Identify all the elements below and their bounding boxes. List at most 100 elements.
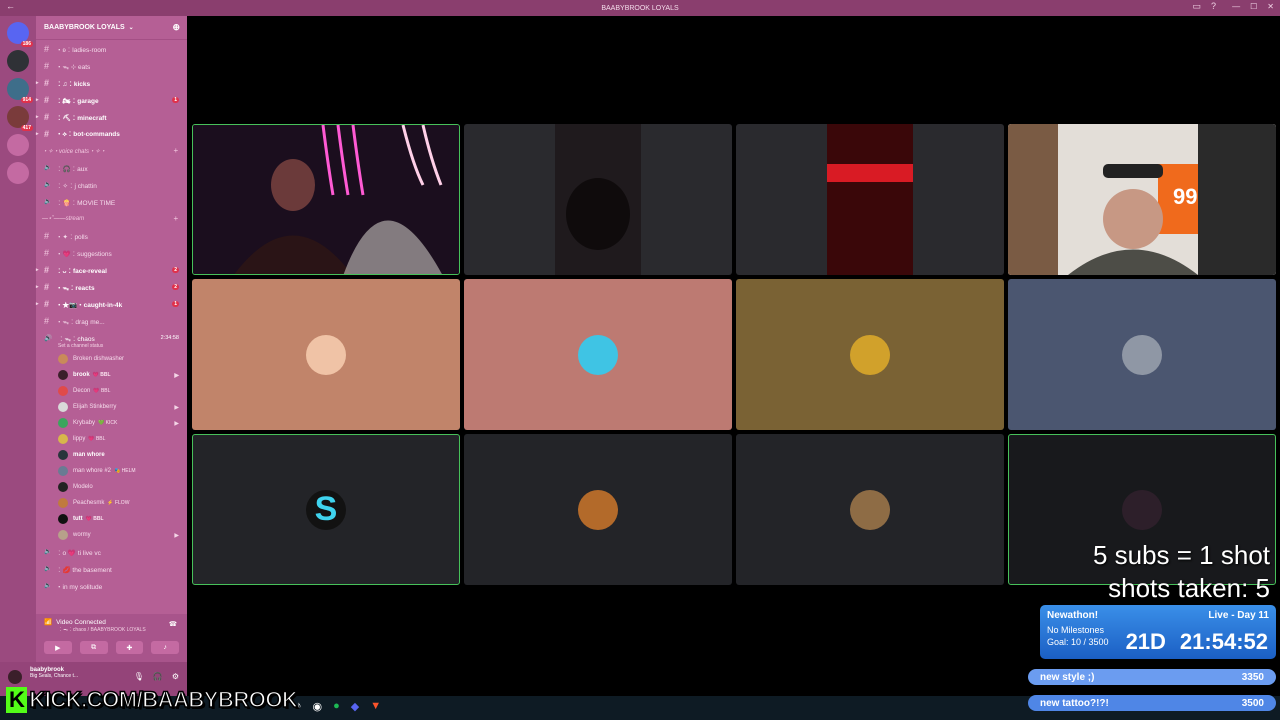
participant-avatar [850,489,890,530]
voice-user[interactable]: lippy 💗 BBL [36,431,187,447]
voice-user[interactable]: tutt 💗 BBL [36,511,187,527]
voice-category[interactable]: ・✧・voice chats・✧・ + [36,142,187,159]
voice-user[interactable]: man whore [36,447,187,463]
voice-user[interactable]: man whore #2 🎭 HELM [36,463,187,479]
hash-icon: # [44,77,50,88]
minimize-button[interactable]: — [1232,2,1240,11]
add-channel-icon[interactable]: + [173,146,178,155]
avatar-tile[interactable] [192,279,460,430]
channel-label: ・ᯓ︰drag me... [56,318,105,326]
avatar-tile[interactable] [464,279,732,430]
avatar [58,386,68,396]
brave-icon[interactable]: ▼ [370,700,381,713]
avatar-tile[interactable] [736,279,1004,430]
server-icon[interactable]: 417 [7,106,33,131]
vc-location[interactable]: ︰ᯓ︰chaos / BAABYBROOK LOYALS [44,626,179,633]
speaker-icon: 🔈 [44,566,52,572]
chevron-down-icon: ⌄ [128,25,134,31]
maximize-button[interactable]: ☐ [1250,2,1257,11]
voice-user[interactable]: Krybaby 💚 KICK ▶ [36,415,187,431]
chevron-right-icon[interactable]: ▸ [36,267,39,273]
notification-badge: 186 [20,41,33,47]
kick-banner: K KICK.COM/BAABYBROOK [6,686,299,713]
voice-user[interactable]: Decon 💗 BBL [36,383,187,399]
discover-icon[interactable] [7,162,29,184]
soundboard-button[interactable]: ♪ [151,641,179,654]
voice-channel-item[interactable]: 🔈 ︰✧︰j chattin [36,176,187,193]
channel-item[interactable]: # ・✦︰polls [36,227,187,244]
chevron-right-icon[interactable]: ▸ [36,114,39,120]
voice-user[interactable]: brook 💗 BBL ▶ [36,367,187,383]
voice-user[interactable]: Elijah Stinkberry ▶ [36,399,187,415]
channel-item[interactable]: # ・ʚ︰ladies-room [36,40,187,57]
avatar-tile[interactable]: S [192,434,460,585]
channel-item[interactable]: ▸ # ︰ᴗ︰face-reveal 2 [36,261,187,278]
video-tile[interactable] [736,124,1004,275]
participant-avatar [850,334,890,375]
voice-channel-item[interactable]: 🔈 ︰o 💗 ti live vc [36,543,187,560]
video-tile[interactable]: 99 [1008,124,1276,275]
voice-user[interactable]: Modelo [36,479,187,495]
channel-item[interactable]: # ・💗︰suggestions [36,244,187,261]
active-voice-channel[interactable]: 🔊 ︰ᯓ︰chaos 2:34:58 [36,329,187,347]
back-arrow-icon[interactable]: ← [6,1,15,11]
channel-item[interactable]: ▸ # ︰🏍︰garage 1 [36,91,187,108]
mention-badge: 2 [172,266,179,273]
voice-user[interactable]: wormy ▶ [36,527,187,543]
chevron-right-icon[interactable]: ▸ [36,284,39,290]
avatar [58,482,68,492]
chevron-right-icon[interactable]: ▸ [36,301,39,307]
camera-button[interactable]: ▶ [44,641,72,654]
chevron-right-icon[interactable]: ▸ [36,80,39,86]
server-icon[interactable]: 914 [7,78,33,103]
channel-item[interactable]: # ・ᯓ︰drag me... [36,312,187,329]
discord-home-icon[interactable]: 186 [7,22,33,47]
add-channel-icon[interactable]: + [173,214,178,223]
channel-list-stream: # ・✦︰polls # ・💗︰suggestions ▸ # ︰ᴗ︰face-reveal… [36,227,187,329]
headphones-icon[interactable]: 🎧 [153,672,163,681]
avatar[interactable] [8,670,22,684]
discord-icon[interactable]: ◆ [351,700,359,713]
add-server-icon[interactable] [7,134,29,156]
spotify-icon[interactable]: ● [333,700,340,713]
mic-icon[interactable]: 🎙 [134,672,144,681]
add-member-icon[interactable]: ⊕ [172,22,180,33]
countdown-time: 21:54:52 [1179,629,1268,654]
disconnect-icon[interactable]: ☎ [169,620,177,628]
chevron-right-icon[interactable]: ▸ [36,97,39,103]
video-tile[interactable] [464,124,732,275]
channel-item[interactable]: # ・ᯓ ⊹ eats [36,57,187,74]
channel-item[interactable]: ▸ # ・ᯓ︰reacts 2 [36,278,187,295]
voice-channel-item[interactable]: 🔈 ︰🍿︰MOVIE TIME [36,193,187,210]
video-tile[interactable] [192,124,460,275]
voice-user[interactable]: Broken dishwasher [36,351,187,367]
avatar-tile[interactable] [464,434,732,585]
voice-channel-label: ︰✧︰j chattin [56,182,97,190]
countdown-days: 21D [1125,629,1166,654]
activity-button[interactable]: ✚ [115,641,144,654]
voice-channel-item[interactable]: 🔈 ︰🎧︰aux [36,159,187,176]
inbox-icon[interactable]: ▭ [1192,1,1201,12]
server-icon[interactable] [7,50,29,72]
server-header[interactable]: BAABYBROOK LOYALS ⌄ ⊕ [36,16,187,40]
voice-channel-item[interactable]: 🔈 ︰💋 the basement [36,560,187,577]
channel-item[interactable]: ▸ # ・★📷・caught-in-4k 1 [36,295,187,312]
channel-item[interactable]: ▸ # ︰⛏︰minecraft [36,108,187,125]
stream-category[interactable]: —⋆˚——stream + [36,210,187,227]
channel-item[interactable]: ▸ # ・⟡︰bot-commands [36,125,187,142]
channel-label: ・ᯓ ⊹ eats [56,63,91,71]
obs-icon[interactable]: ◉ [313,700,323,713]
avatar-tile[interactable] [736,434,1004,585]
screen-share-button[interactable]: ⧉ [79,641,108,654]
chevron-right-icon[interactable]: ▸ [36,131,39,137]
voice-user[interactable]: Peachesmk ⚡ FLOW [36,495,187,511]
settings-gear-icon[interactable]: ⚙ [172,672,179,681]
vc-status[interactable]: Video Connected [56,619,106,626]
help-icon[interactable]: ? [1211,1,1216,12]
shots-taken-text: shots taken: 5 [1108,573,1270,603]
speaker-icon: 🔈 [44,182,52,188]
voice-channel-item[interactable]: 🔈 ・in my solitude [36,577,187,594]
avatar-tile[interactable] [1008,279,1276,430]
channel-item[interactable]: ▸ # ︰♫︰kicks [36,74,187,91]
close-button[interactable]: ✕ [1267,2,1274,11]
